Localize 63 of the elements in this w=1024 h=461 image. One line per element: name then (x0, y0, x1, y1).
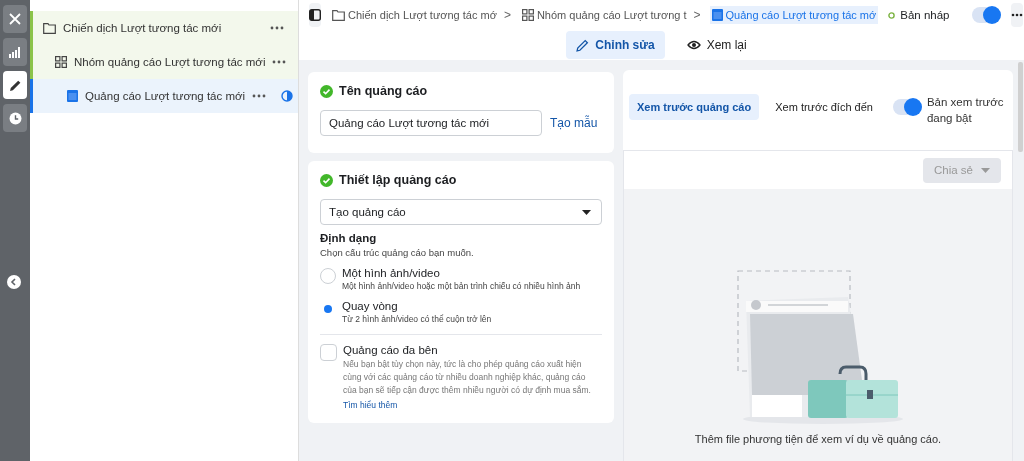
tree-item-label: Quảng cáo Lượt tương tác mới (85, 90, 246, 102)
chart-icon (9, 46, 21, 58)
history-rail-button[interactable] (3, 104, 27, 132)
folder-icon (43, 22, 56, 34)
toggle-switch[interactable] (971, 7, 1000, 23)
sidebar-toggle-button[interactable] (309, 3, 321, 27)
option-description: Từ 2 hình ảnh/video có thể cuộn trở lên (342, 314, 492, 324)
preview-caption: Thêm file phương tiện để xem ví dụ về quảng cáo. (694, 433, 942, 445)
card-title: Tên quảng cáo (339, 84, 428, 98)
collapse-button[interactable] (7, 275, 21, 289)
breadcrumb[interactable]: Nhóm quảng cáo Lượt tương t (519, 6, 689, 24)
more-icon[interactable] (270, 26, 284, 30)
clock-icon (8, 111, 22, 125)
section-heading: Định dạng (320, 232, 378, 244)
pencil-icon (8, 78, 22, 92)
breadcrumb-separator: > (503, 8, 511, 22)
preview-toggle-label: Bản xem trước đang bật (926, 95, 1005, 126)
breadcrumb-separator: > (693, 8, 701, 22)
status-label: Bản nháp (900, 9, 950, 21)
grid-icon (55, 56, 67, 68)
section-hint: Chọn cấu trúc quảng cáo bạn muốn. (320, 247, 475, 258)
tree-item[interactable]: Chiến dịch Lượt tương tác mới (30, 11, 298, 45)
tree-item[interactable]: Nhóm quảng cáo Lượt tương tác mới (30, 45, 298, 79)
learn-more-link[interactable]: Tìm hiểu thêm (343, 400, 398, 410)
close-icon (9, 13, 21, 25)
ad-icon (67, 90, 78, 102)
pencil-icon (576, 38, 590, 52)
more-icon[interactable] (252, 94, 267, 98)
more-button[interactable] (1010, 3, 1023, 27)
preview-tab[interactable]: Xem trước đích đến (767, 94, 881, 120)
option-description: Nếu bạn bật tùy chọn này, tức là cho phép quảng cáo xuất hiện cùng với các quảng cáo từ nhiều doanh nghiệp khác, quảng cáo của bạn sẽ tiếp cận được thêm nhiều người có dự định mua sắm. (343, 358, 592, 397)
template-link[interactable]: Tạo mẫu (550, 116, 598, 130)
caret-icon (582, 209, 591, 215)
tree-item-label: Chiến dịch Lượt tương tác mới (63, 22, 223, 34)
draft-status-icon (888, 11, 896, 19)
create-dropdown[interactable]: Tạo quảng cáo (320, 199, 602, 225)
mode-tab[interactable]: Chỉnh sửa (566, 31, 665, 59)
mode-tab[interactable]: Xem lại (676, 31, 757, 59)
preview-tab[interactable]: Xem trước quảng cáo (629, 94, 760, 120)
option-title: Quảng cáo đa bên (343, 344, 439, 356)
more-icon (1010, 13, 1023, 17)
more-icon[interactable] (272, 60, 287, 64)
option-description: Một hình ảnh/video hoặc một bản trình chiếu có nhiều hình ảnh (342, 281, 581, 291)
card-title: Thiết lập quảng cáo (339, 173, 457, 187)
breadcrumb[interactable]: Quảng cáo Lượt tương tác mớ (709, 6, 879, 24)
tree-item-label: Nhóm quảng cáo Lượt tương tác mới (74, 56, 266, 68)
folder-icon (332, 9, 345, 21)
caret-icon (981, 167, 990, 173)
sidebar-icon (309, 9, 321, 21)
preview-toggle[interactable] (892, 99, 921, 115)
tree-item[interactable]: Quảng cáo Lượt tương tác mới (30, 79, 298, 113)
eye-icon (686, 40, 701, 50)
breadcrumb[interactable]: Chiến dịch Lượt tương tác mớ (330, 6, 499, 24)
ad-icon (711, 9, 723, 21)
chart-rail-button[interactable] (3, 38, 27, 66)
checkbox[interactable] (320, 344, 337, 361)
ad-name-field[interactable]: Quảng cáo Lượt tương tác mới (320, 110, 542, 136)
option-title: Quay vòng (342, 300, 399, 312)
close-rail-button[interactable] (3, 5, 27, 33)
grid-icon (521, 9, 534, 21)
edit-rail-button[interactable] (3, 71, 27, 99)
chevron-left-icon (9, 277, 19, 287)
option-title: Một hình ảnh/video (342, 267, 441, 279)
